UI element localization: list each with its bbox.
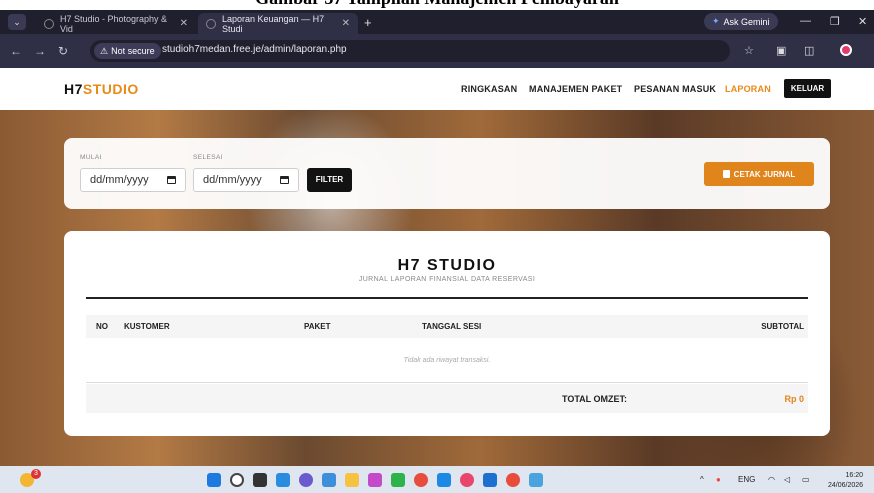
table-header: NO KUSTOMER PAKET TANGGAL SESI SUBTOTAL — [86, 315, 808, 338]
widgets-icon[interactable] — [276, 473, 290, 487]
nav-ringkasan[interactable]: RINGKASAN — [461, 84, 517, 94]
browser-tab-home[interactable]: H7 Studio - Photography & Vid ✕ — [36, 13, 196, 34]
app-icon[interactable] — [299, 473, 313, 487]
volume-icon[interactable]: ◁ — [784, 475, 790, 484]
app-icon[interactable] — [529, 473, 543, 487]
total-value: Rp 0 — [784, 394, 804, 404]
calendar-icon[interactable] — [167, 176, 176, 184]
report-card: H7 STUDIO JURNAL LAPORAN FINANSIAL DATA … — [64, 231, 830, 436]
whatsapp-icon[interactable] — [391, 473, 405, 487]
column-header-tanggal-sesi: TANGGAL SESI — [422, 322, 482, 331]
total-label: TOTAL OMZET: — [562, 394, 627, 404]
nav-laporan[interactable]: LAPORAN — [725, 84, 771, 94]
tab-label: H7 Studio - Photography & Vid — [60, 13, 168, 34]
start-date-value: dd/mm/yyyy — [90, 174, 149, 186]
maximize-icon[interactable]: ❐ — [830, 15, 840, 28]
profile-avatar[interactable] — [840, 44, 852, 56]
tray-app-icon[interactable]: ● — [716, 475, 721, 484]
app-icon[interactable] — [437, 473, 451, 487]
end-date-input[interactable]: dd/mm/yyyy — [193, 168, 299, 192]
end-date-label: SELESAI — [193, 154, 223, 161]
calendar-icon[interactable] — [280, 176, 289, 184]
chevron-up-icon[interactable]: ^ — [700, 475, 704, 484]
battery-icon[interactable]: ▭ — [802, 475, 810, 484]
column-header-kustomer: KUSTOMER — [124, 322, 170, 331]
chrome-icon[interactable] — [414, 473, 428, 487]
search-icon[interactable] — [230, 473, 244, 487]
clock-time: 16:20 — [845, 472, 864, 479]
tab-label: Laporan Keuangan — H7 Studi — [222, 13, 325, 34]
clock-date: 24/06/2026 — [828, 482, 864, 489]
notification-badge: 3 — [31, 469, 41, 479]
task-view-icon[interactable] — [253, 473, 267, 487]
window-close-icon[interactable]: ✕ — [858, 15, 867, 28]
filter-button[interactable]: FILTER — [307, 168, 352, 192]
site-header: H7STUDIO RINGKASAN MANAJEMEN PAKET PESAN… — [0, 68, 874, 110]
logo-h7: H7 — [64, 81, 83, 97]
forward-icon[interactable]: → — [34, 44, 46, 58]
caption-text: Gambar 37 Tampilan Manajemen Pembayaran — [0, 0, 874, 9]
app-icon[interactable] — [460, 473, 474, 487]
close-icon[interactable]: ✕ — [342, 18, 350, 29]
app-icon[interactable] — [368, 473, 382, 487]
print-icon — [722, 170, 730, 178]
logo-studio: STUDIO — [82, 81, 139, 97]
browser-tab-laporan[interactable]: Laporan Keuangan — H7 Studi ✕ — [198, 13, 358, 34]
start-icon[interactable] — [207, 473, 221, 487]
print-journal-button[interactable]: CETAK JURNAL — [704, 162, 814, 186]
reload-icon[interactable]: ↻ — [58, 44, 68, 58]
gemini-label: Ask Gemini — [723, 16, 770, 27]
divider — [86, 297, 808, 299]
chrome-icon[interactable] — [506, 473, 520, 487]
report-title: H7 STUDIO — [397, 257, 497, 274]
not-secure-badge[interactable]: ⚠ Not secure — [94, 43, 161, 59]
wifi-icon[interactable]: ◠ — [768, 475, 775, 484]
clock[interactable]: 16:20 24/06/2026 — [828, 471, 863, 491]
back-icon[interactable]: ← — [10, 44, 22, 58]
end-date-value: dd/mm/yyyy — [203, 174, 262, 186]
column-header-paket: PAKET — [304, 322, 331, 331]
language-indicator[interactable]: ENG — [738, 475, 755, 484]
address-bar-row: ← → ↻ ⚠ Not secure studioh7medan.free.je/… — [0, 34, 874, 68]
nav-pesanan-masuk[interactable]: PESANAN MASUK — [634, 84, 716, 94]
close-icon[interactable]: ✕ — [180, 18, 188, 29]
vscode-icon[interactable] — [483, 473, 497, 487]
divider — [86, 382, 808, 383]
warning-icon: ⚠ — [100, 45, 109, 56]
taskbar: 3 ^ ● ENG ◠ ◁ ▭ 16:20 24/06/2026 — [0, 466, 874, 493]
nav-manajemen-paket[interactable]: MANAJEMEN PAKET — [529, 84, 622, 94]
filter-card: MULAI dd/mm/yyyy SELESAI dd/mm/yyyy FILT… — [64, 138, 830, 209]
url-text[interactable]: studioh7medan.free.je/admin/laporan.php — [162, 44, 347, 55]
globe-icon — [44, 18, 54, 29]
gemini-icon: ✦ — [712, 16, 720, 26]
file-explorer-icon[interactable] — [345, 473, 359, 487]
bookmark-star-icon[interactable]: ☆ — [744, 44, 754, 57]
start-date-input[interactable]: dd/mm/yyyy — [80, 168, 186, 192]
new-tab-icon[interactable]: + — [364, 15, 372, 30]
tab-search-icon[interactable]: ⌄ — [8, 14, 26, 30]
column-header-subtotal: SUBTOTAL — [761, 322, 804, 331]
start-date-label: MULAI — [80, 154, 102, 161]
logout-button[interactable]: KELUAR — [784, 79, 831, 98]
extensions-icon[interactable]: ▣ — [776, 44, 786, 57]
table-footer: TOTAL OMZET: Rp 0 — [86, 384, 808, 413]
ask-gemini-button[interactable]: ✦ Ask Gemini — [704, 13, 778, 30]
column-header-no: NO — [96, 322, 108, 331]
report-subtitle: JURNAL LAPORAN FINANSIAL DATA RESERVASI — [358, 276, 536, 283]
omnibox[interactable]: ⚠ Not secure studioh7medan.free.je/admin/… — [90, 40, 730, 62]
site-logo[interactable]: H7STUDIO — [64, 81, 139, 97]
minimize-icon[interactable]: — — [800, 15, 811, 27]
empty-state-text: Tidak ada riwayat transaksi. — [403, 357, 491, 364]
print-journal-label: CETAK JURNAL — [733, 169, 796, 179]
not-secure-label: Not secure — [111, 46, 155, 56]
globe-icon — [206, 18, 216, 29]
document-caption: Gambar 37 Tampilan Manajemen Pembayaran — [0, 0, 874, 10]
app-icon[interactable] — [322, 473, 336, 487]
side-panel-icon[interactable]: ◫ — [804, 44, 814, 57]
browser-tab-bar: ⌄ H7 Studio - Photography & Vid ✕ Lapora… — [0, 10, 874, 34]
